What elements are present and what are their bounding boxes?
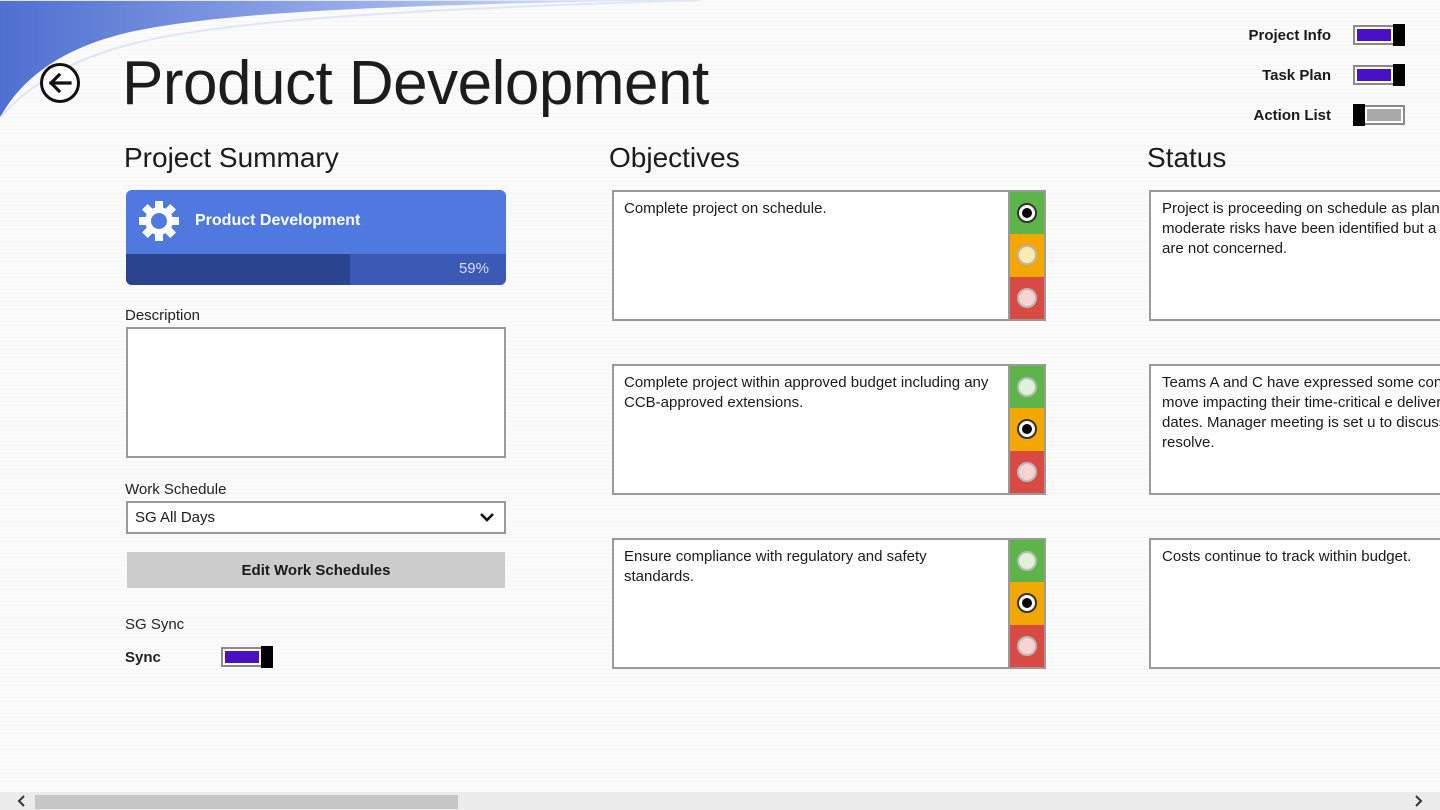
objective-text[interactable]: Complete project within approved budget … (624, 373, 999, 413)
project-summary-heading: Project Summary (124, 142, 339, 173)
status-light-selector (1008, 192, 1044, 319)
scroll-left-icon[interactable] (14, 793, 30, 809)
radio-icon (1017, 377, 1037, 398)
light-green[interactable] (1010, 192, 1044, 235)
toggle-project-info[interactable] (1353, 24, 1405, 46)
light-red[interactable] (1010, 276, 1044, 319)
objective-text[interactable]: Ensure compliance with regulatory and sa… (624, 547, 999, 587)
project-progress-fill (126, 254, 351, 285)
toggle-project-info-row: Project Info (1248, 24, 1405, 46)
light-red[interactable] (1010, 624, 1044, 667)
objective-card: Complete project within approved budget … (612, 364, 1046, 495)
work-schedule-value: SG All Days (135, 509, 216, 526)
status-text: Teams A and C have expressed some con th… (1162, 374, 1440, 451)
light-yellow[interactable] (1010, 582, 1044, 625)
sg-sync-section-label: SG Sync (125, 616, 185, 633)
description-field[interactable] (126, 327, 506, 458)
edit-work-schedules-button[interactable]: Edit Work Schedules (127, 552, 505, 588)
gear-icon (139, 201, 179, 241)
back-arrow-icon (48, 73, 72, 93)
toggle-action-list-label: Action List (1253, 106, 1332, 124)
toggle-action-list[interactable] (1353, 104, 1405, 126)
objective-card: Complete project on schedule. (612, 190, 1046, 321)
radio-icon (1017, 245, 1037, 266)
work-schedule-label: Work Schedule (125, 481, 227, 498)
status-text: Project is proceeding on schedule as pla… (1162, 200, 1440, 257)
toggle-task-plan-row: Task Plan (1262, 64, 1405, 86)
status-light-selector (1008, 366, 1044, 493)
page-title: Product Development (122, 49, 709, 118)
project-progress-bar: 59% (126, 254, 506, 285)
project-tile-name: Product Development (195, 212, 361, 229)
light-green[interactable] (1010, 540, 1044, 583)
project-progress-percent: 59% (458, 260, 489, 277)
status-card[interactable]: Teams A and C have expressed some con th… (1149, 364, 1440, 495)
objectives-heading: Objectives (609, 142, 740, 173)
objective-card: Ensure compliance with regulatory and sa… (612, 538, 1046, 669)
project-tile[interactable]: Product Development 59% (126, 190, 506, 285)
scroll-right-icon[interactable] (1410, 793, 1426, 809)
toggle-task-plan[interactable] (1353, 64, 1405, 86)
light-yellow[interactable] (1010, 234, 1044, 277)
status-heading: Status (1147, 142, 1227, 173)
description-label: Description (125, 307, 201, 324)
toggle-task-plan-label: Task Plan (1262, 66, 1331, 84)
light-red[interactable] (1010, 450, 1044, 493)
sync-toggle[interactable] (221, 646, 273, 668)
radio-icon (1017, 287, 1037, 308)
radio-selected-icon (1017, 203, 1037, 224)
status-light-selector (1008, 540, 1044, 667)
status-text: Costs continue to track within budget. (1162, 548, 1412, 565)
radio-selected-icon (1017, 593, 1037, 614)
horizontal-scrollbar[interactable] (0, 792, 1440, 810)
radio-icon (1017, 461, 1037, 482)
back-button[interactable] (40, 63, 80, 103)
sync-label: Sync (125, 649, 161, 666)
toggle-action-list-row: Action List (1253, 104, 1405, 126)
toggle-project-info-label: Project Info (1248, 26, 1331, 44)
radio-icon (1017, 551, 1037, 572)
work-schedule-select[interactable]: SG All Days (126, 501, 506, 534)
radio-selected-icon (1017, 419, 1037, 440)
objective-text[interactable]: Complete project on schedule. (624, 199, 999, 219)
radio-icon (1017, 635, 1037, 656)
status-card[interactable]: Costs continue to track within budget. (1149, 538, 1440, 669)
chevron-down-icon (480, 513, 494, 522)
scrollbar-thumb[interactable] (35, 795, 458, 809)
status-card[interactable]: Project is proceeding on schedule as pla… (1149, 190, 1440, 321)
light-green[interactable] (1010, 366, 1044, 409)
light-yellow[interactable] (1010, 408, 1044, 451)
